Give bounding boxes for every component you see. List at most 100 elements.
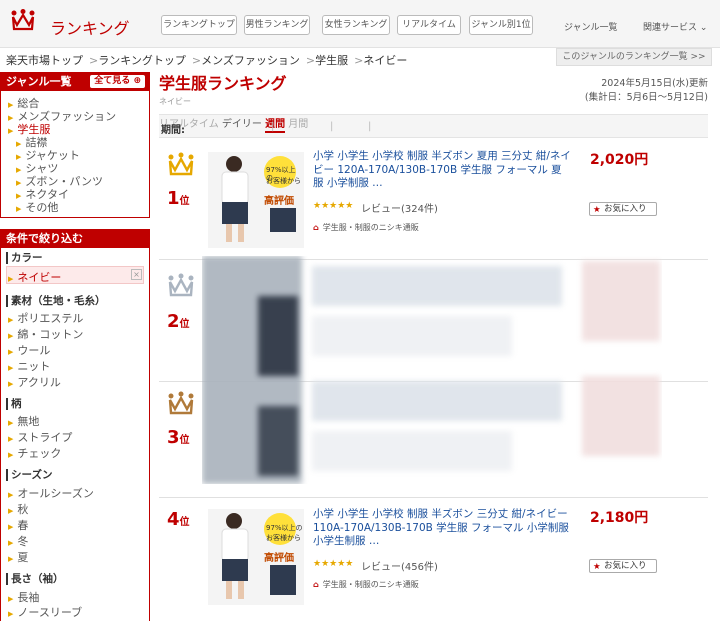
rank-suffix: 位 xyxy=(179,319,190,330)
star-icon: ★ xyxy=(593,205,601,215)
filter-item-label: 綿・コットン xyxy=(17,328,84,341)
filter-item-summer[interactable]: ▶ 夏 xyxy=(8,549,28,565)
plus-icon: ⊕ xyxy=(133,76,141,86)
filter-item-navy[interactable]: ▶ ネイビー xyxy=(8,269,61,285)
breadcrumb-separator: > xyxy=(191,54,202,67)
tab-genre-first[interactable]: ジャンル別1位 xyxy=(469,15,533,35)
filter-item-check[interactable]: ▶ チェック xyxy=(8,445,61,461)
period-weekly[interactable]: 週間 xyxy=(265,119,286,133)
breadcrumb: 楽天市場トップ >ランキングトップ >メンズファッション >学生服 >ネイビー xyxy=(6,52,407,68)
filter-item-knit[interactable]: ▶ ニット xyxy=(8,358,50,374)
triangle-bullet-icon: ▶ xyxy=(8,610,14,618)
subgenre-item-label: その他 xyxy=(25,201,59,214)
filter-item-long-sleeve[interactable]: ▶ 長袖 xyxy=(8,589,39,605)
filter-item-polyester[interactable]: ▶ ポリエステル xyxy=(8,310,83,326)
filter-item-stripe[interactable]: ▶ ストライプ xyxy=(8,429,72,445)
filter-item-label: 秋 xyxy=(17,503,29,516)
shop-link[interactable]: ⌂ 学生服・制服のニシキ通販 xyxy=(313,579,419,590)
obscured-image-block xyxy=(258,406,298,476)
obscured-text-block xyxy=(312,266,562,306)
top-bar: ランキング ランキングトップ 男性ランキング 女性ランキング リアルタイム ジャ… xyxy=(0,0,720,48)
filter-group-season: シーズン xyxy=(6,469,52,481)
show-all-label: 全て見る xyxy=(94,76,131,86)
subgenre-item-other[interactable]: ▶ その他 xyxy=(16,199,58,215)
filter-item-spring[interactable]: ▶ 春 xyxy=(8,517,28,533)
triangle-bullet-icon: ▶ xyxy=(8,127,14,135)
ranking-logo[interactable]: ランキング xyxy=(10,9,150,39)
filter-item-wool[interactable]: ▶ ウール xyxy=(8,342,50,358)
triangle-bullet-icon: ▶ xyxy=(16,205,22,213)
favorite-button[interactable]: ★ お気に入り xyxy=(589,202,657,216)
filter-item-sleeveless[interactable]: ▶ ノースリーブ xyxy=(8,604,82,620)
rank-value: 1 xyxy=(167,188,180,209)
logo-text: ランキング xyxy=(50,19,130,38)
filter-item-acrylic[interactable]: ▶ アクリル xyxy=(8,374,61,390)
filter-item-plain[interactable]: ▶ 無地 xyxy=(8,413,39,429)
tab-women-ranking[interactable]: 女性ランキング xyxy=(322,15,390,35)
triangle-bullet-icon: ▶ xyxy=(8,364,14,372)
rank-value: 4 xyxy=(167,509,180,530)
product-image[interactable]: 97%以上の お客様から 高評価 xyxy=(208,509,304,605)
review-link[interactable]: レビュー(456件) xyxy=(361,558,438,573)
home-icon: ⌂ xyxy=(313,580,319,589)
filter-item-label: ウール xyxy=(17,344,51,357)
rank-number: 3位 xyxy=(167,427,190,448)
crown-logo-icon xyxy=(11,9,35,31)
favorite-label: お気に入り xyxy=(604,561,647,571)
related-services-link[interactable]: 関連サービス ⌄ xyxy=(643,20,707,33)
filter-item-label: ストライプ xyxy=(17,431,73,444)
triangle-bullet-icon: ▶ xyxy=(8,380,14,388)
breadcrumb-separator: > xyxy=(305,54,316,67)
triangle-bullet-icon: ▶ xyxy=(8,539,14,547)
filter-item-label: オールシーズン xyxy=(17,487,94,500)
ranking-item: 1位 97%以上の お客様から 高評価 小学 小学生 小学校 制服 半ズボン 夏… xyxy=(159,144,708,260)
product-title[interactable]: 小学 小学生 小学校 制服 半ズボン 夏用 三分丈 紺/ネイビー 120A-17… xyxy=(313,150,571,191)
obscured-price-block xyxy=(582,376,660,456)
breadcrumb-mens-fashion[interactable]: メンズファッション xyxy=(201,54,300,67)
period-separator: | xyxy=(368,121,372,132)
rank-value: 3 xyxy=(167,427,180,448)
period-monthly[interactable]: 月間 xyxy=(288,119,308,130)
triangle-bullet-icon: ▶ xyxy=(8,275,14,283)
triangle-bullet-icon: ▶ xyxy=(8,507,14,515)
page-title: 学生服ランキング xyxy=(159,74,287,93)
triangle-bullet-icon: ▶ xyxy=(8,332,14,340)
genre-list-link[interactable]: ジャンル一覧 xyxy=(564,20,618,33)
tab-ranking-top[interactable]: ランキングトップ xyxy=(161,15,237,35)
filter-item-autumn[interactable]: ▶ 秋 xyxy=(8,501,28,517)
bronze-crown-icon xyxy=(168,391,194,415)
silver-crown-icon xyxy=(168,273,194,297)
filter-item-cotton[interactable]: ▶ 綿・コットン xyxy=(8,326,83,342)
product-price: 2,180円 xyxy=(590,510,649,526)
breadcrumb-rakuten-top[interactable]: 楽天市場トップ xyxy=(6,54,83,67)
triangle-bullet-icon: ▶ xyxy=(8,435,14,443)
triangle-bullet-icon: ▶ xyxy=(8,555,14,563)
filter-item-label: ノースリーブ xyxy=(17,606,83,619)
genre-ranking-list-button[interactable]: このジャンルのランキング一覧 >> xyxy=(556,48,712,66)
obscured-text-block xyxy=(312,431,512,471)
product-title[interactable]: 小学 小学生 小学校 制服 半ズボン 三分丈 紺/ネイビー 110A-170A/… xyxy=(313,508,571,549)
filter-item-all-season[interactable]: ▶ オールシーズン xyxy=(8,485,94,501)
review-link[interactable]: レビュー(324件) xyxy=(361,200,438,215)
filter-item-winter[interactable]: ▶ 冬 xyxy=(8,533,28,549)
favorite-button[interactable]: ★ お気に入り xyxy=(589,559,657,573)
breadcrumb-ranking-top[interactable]: ランキングトップ xyxy=(98,54,186,67)
period-daily[interactable]: デイリー xyxy=(222,119,262,130)
product-image[interactable]: 97%以上の お客様から 高評価 xyxy=(208,152,304,248)
filter-group-color: カラー xyxy=(6,252,43,264)
home-icon: ⌂ xyxy=(313,223,319,232)
tab-realtime[interactable]: リアルタイム xyxy=(397,15,461,35)
shop-name: 学生服・制服のニシキ通販 xyxy=(322,223,419,232)
triangle-bullet-icon: ▶ xyxy=(8,595,14,603)
rank-number: 1位 xyxy=(167,188,190,209)
clear-filter-icon[interactable]: × xyxy=(131,269,142,280)
tab-men-ranking[interactable]: 男性ランキング xyxy=(244,15,310,35)
filter-item-label: ニット xyxy=(17,360,51,373)
rank-suffix: 位 xyxy=(179,196,190,207)
period-selector: 期間: リアルタイム | デイリー | 週間 | 月間 xyxy=(159,114,708,138)
genre-list-heading: ジャンル一覧 全て見る ⊕ xyxy=(1,73,149,91)
genre-list-title: ジャンル一覧 xyxy=(6,75,72,88)
show-all-button[interactable]: 全て見る ⊕ xyxy=(90,75,145,88)
shop-link[interactable]: ⌂ 学生服・制服のニシキ通販 xyxy=(313,222,419,233)
breadcrumb-school-uniform[interactable]: 学生服 xyxy=(315,54,348,67)
